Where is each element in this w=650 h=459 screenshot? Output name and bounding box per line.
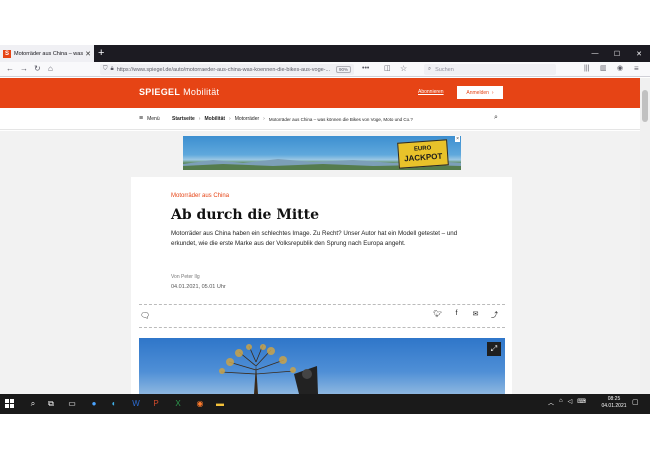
search-placeholder: Suchen xyxy=(435,66,454,73)
page-scrollbar[interactable] xyxy=(640,78,650,394)
volume-icon[interactable]: ◁ xyxy=(568,398,573,407)
share-icon[interactable]: ⤴ xyxy=(485,310,504,320)
facebook-icon[interactable]: f xyxy=(447,310,466,320)
close-tab-icon[interactable]: ✕ xyxy=(85,50,91,58)
breadcrumb-startseite[interactable]: Startseite xyxy=(172,116,195,122)
article-headline: Ab durch die Mitte xyxy=(171,207,319,223)
back-icon[interactable]: ← xyxy=(6,64,14,74)
window-controls: — ☐ ✕ xyxy=(584,45,650,62)
edge-browser-icon[interactable]: ◐ xyxy=(108,398,120,410)
breadcrumb-current: Motorräder aus China – was können die Bi… xyxy=(268,116,413,122)
powerpoint-icon[interactable]: P xyxy=(150,398,162,410)
system-tray: ︿ ⌂ ◁ ⌨ xyxy=(548,398,586,407)
breadcrumb: Startseite › Mobilität › Motorräder › Mo… xyxy=(172,116,413,122)
mail-icon[interactable]: ✉ xyxy=(466,310,485,320)
share-bar: 🐦︎ f ✉ ⤴ xyxy=(428,310,504,320)
chevron-right-icon: › xyxy=(198,116,201,122)
shield-icon[interactable]: ⛉ xyxy=(103,66,108,73)
article-hero-image[interactable]: ⤢ xyxy=(139,338,505,394)
chevron-right-icon: › xyxy=(491,89,494,96)
browser-navbar: ← → ↻ ⌂ ⛉ 🔒︎ https://www.spiegel.de/auto… xyxy=(0,62,650,77)
browser-search-input[interactable]: ⌕ Suchen xyxy=(424,64,556,75)
breadcrumb-motorraeder[interactable]: Motorräder xyxy=(235,116,259,122)
folder-icon[interactable]: ▬ xyxy=(214,398,226,410)
logo-text: SPIEGEL xyxy=(139,87,181,97)
maximize-icon[interactable]: ☐ xyxy=(606,45,628,62)
clock-time: 08:25 xyxy=(607,396,621,402)
screen: S Motorräder aus China – was ki... ✕ + —… xyxy=(0,0,650,459)
library-icon[interactable]: ||| xyxy=(584,64,589,74)
chevron-right-icon: › xyxy=(263,116,265,122)
windows-start-icon[interactable] xyxy=(5,399,14,408)
minimize-icon[interactable]: — xyxy=(584,45,606,62)
tab-title: Motorräder aus China – was ki... xyxy=(14,50,84,57)
sidebar-icon[interactable]: ▥ xyxy=(600,64,607,74)
firefox-icon[interactable]: ◉ xyxy=(194,398,206,410)
site-logo[interactable]: SPIEGEL Mobilität xyxy=(139,87,219,97)
taskbar-clock[interactable]: 08:25 04.01.2021 xyxy=(600,396,628,410)
tree-motorbike-image xyxy=(219,344,318,394)
expand-image-icon[interactable]: ⤢ xyxy=(487,342,501,356)
zoom-level[interactable]: 90% xyxy=(335,66,351,73)
browser-tabbar: S Motorräder aus China – was ki... ✕ + —… xyxy=(0,45,650,62)
taskbar-app-icon[interactable]: ● xyxy=(88,398,100,410)
home-icon[interactable]: ⌂ xyxy=(48,64,53,74)
login-label: Anmelden xyxy=(466,89,489,96)
ad-close-icon[interactable]: × xyxy=(455,136,460,142)
word-icon[interactable]: W xyxy=(130,398,142,410)
app-menu-icon[interactable]: ≡ xyxy=(634,64,639,74)
login-button[interactable]: Anmelden › xyxy=(457,86,503,99)
breadcrumb-mobilitaet[interactable]: Mobilität xyxy=(204,116,225,122)
new-tab-icon[interactable]: + xyxy=(98,47,104,59)
pocket-icon[interactable]: ◫ xyxy=(384,64,391,74)
taskbar-search-icon[interactable]: ⌕ xyxy=(27,398,39,410)
hamburger-icon: ≡ xyxy=(139,115,144,122)
close-window-icon[interactable]: ✕ xyxy=(628,45,650,62)
chevron-up-icon[interactable]: ︿ xyxy=(548,398,554,407)
chevron-right-icon: › xyxy=(229,116,231,122)
file-explorer-icon[interactable]: ▭ xyxy=(66,398,78,410)
site-header: SPIEGEL Mobilität Abonnieren Anmelden › xyxy=(0,78,640,108)
eurojackpot-logo: EURO JACKPOT xyxy=(397,139,449,169)
network-icon[interactable]: ⌂ xyxy=(559,398,563,407)
menu-button[interactable]: ≡ Menü xyxy=(139,115,160,122)
url-bar[interactable]: ⛉ 🔒︎ https://www.spiegel.de/auto/motorra… xyxy=(100,64,354,75)
ad-banner[interactable]: EURO JACKPOT × xyxy=(183,136,461,170)
browser-tab-active[interactable]: S Motorräder aus China – was ki... ✕ xyxy=(0,45,94,62)
spiegel-favicon-icon: S xyxy=(3,49,11,58)
search-icon: ⌕ xyxy=(428,66,432,72)
article-teaser: Motorräder aus China haben ein schlechte… xyxy=(171,230,458,247)
breadcrumb-bar: ≡ Menü Startseite › Mobilität › Motorräd… xyxy=(0,108,640,130)
keyboard-icon[interactable]: ⌨ xyxy=(577,398,586,407)
article-card: Motorräder aus China Ab durch die Mitte … xyxy=(131,177,512,394)
bookmark-star-icon[interactable]: ☆ xyxy=(400,64,407,74)
abo-link[interactable]: Abonnieren xyxy=(418,89,444,95)
reload-icon[interactable]: ↻ xyxy=(34,64,41,74)
site-search-icon[interactable]: ⌕ xyxy=(494,114,498,122)
section-name: Mobilität xyxy=(183,87,220,97)
twitter-icon[interactable]: 🐦︎ xyxy=(428,310,447,320)
os-taskbar: ⌕ ⧉ ▭ ● ◐ W P X ◉ ▬ ︿ ⌂ ◁ ⌨ 08:25 04.01.… xyxy=(0,394,650,414)
clock-date: 04.01.2021 xyxy=(601,403,627,409)
ad-logo-line2: JACKPOT xyxy=(403,151,443,164)
divider xyxy=(139,304,505,305)
article-kicker: Motorräder aus China xyxy=(171,193,230,199)
menu-label: Menü xyxy=(147,116,160,122)
account-icon[interactable]: ◉ xyxy=(617,64,623,74)
lock-icon[interactable]: 🔒︎ xyxy=(111,66,114,73)
divider xyxy=(139,327,505,328)
comment-icon[interactable]: 🗨︎ xyxy=(140,311,150,320)
article-author[interactable]: Von Peter Ilg xyxy=(171,274,200,280)
page-actions-icon[interactable]: ••• xyxy=(362,64,369,74)
article-date: 04.01.2021, 05.01 Uhr xyxy=(171,284,226,290)
scrollbar-thumb[interactable] xyxy=(642,90,648,122)
forward-icon[interactable]: → xyxy=(20,64,28,74)
url-text[interactable]: https://www.spiegel.de/auto/motorraeder-… xyxy=(117,67,333,73)
task-view-icon[interactable]: ⧉ xyxy=(45,398,57,410)
notification-icon[interactable]: ▢ xyxy=(632,398,639,406)
excel-icon[interactable]: X xyxy=(172,398,184,410)
